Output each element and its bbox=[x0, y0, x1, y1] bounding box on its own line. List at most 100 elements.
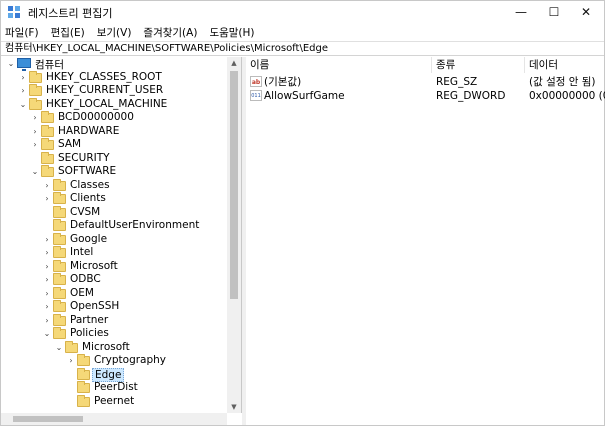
column-header-type[interactable]: 종류 bbox=[432, 57, 525, 73]
chevron-down-icon[interactable]: ⌄ bbox=[55, 343, 63, 352]
tree-label: Peernet bbox=[94, 394, 135, 407]
tree-item-cvsm[interactable]: CVSM bbox=[1, 205, 227, 220]
tree-item-clients[interactable]: › Clients bbox=[1, 192, 227, 206]
chevron-down-icon[interactable]: ⌄ bbox=[19, 100, 27, 109]
scroll-up-arrow-icon[interactable]: ▲ bbox=[227, 57, 241, 69]
minimize-button[interactable]: — bbox=[505, 1, 537, 23]
folder-icon bbox=[41, 151, 54, 164]
tree-item-computer[interactable]: ⌄ 컴퓨터 bbox=[1, 57, 227, 71]
tree-item-openssh[interactable]: › OpenSSH bbox=[1, 300, 227, 314]
menu-file[interactable]: 파일(F) bbox=[5, 25, 39, 40]
scrollbar-thumb[interactable] bbox=[230, 71, 238, 299]
folder-icon bbox=[53, 259, 66, 272]
column-header-name[interactable]: 이름 bbox=[246, 57, 432, 73]
tree-label: HKEY_LOCAL_MACHINE bbox=[46, 97, 168, 110]
folder-icon bbox=[53, 327, 66, 339]
column-header-data[interactable]: 데이터 bbox=[525, 57, 604, 73]
folder-icon bbox=[29, 97, 42, 110]
tree-label: SOFTWARE bbox=[58, 165, 117, 177]
chevron-right-icon[interactable]: › bbox=[43, 316, 51, 325]
tree-label: SAM bbox=[58, 138, 82, 150]
dword-value-icon: 011 bbox=[250, 90, 262, 101]
window-title: 레지스트리 편집기 bbox=[28, 7, 113, 20]
value-data: 0x00000000 (0) bbox=[529, 90, 605, 102]
close-button[interactable]: ✕ bbox=[570, 1, 602, 23]
menu-bar: 파일(F) 편집(E) 보기(V) 즐겨찾기(A) 도움말(H) bbox=[1, 23, 604, 41]
menu-view[interactable]: 보기(V) bbox=[97, 25, 132, 40]
menu-favorites[interactable]: 즐겨찾기(A) bbox=[143, 25, 197, 40]
tree-label: Intel bbox=[70, 246, 94, 258]
tree-label: HKEY_CURRENT_USER bbox=[46, 84, 164, 96]
chevron-right-icon[interactable]: › bbox=[19, 73, 27, 82]
tree-item-sam[interactable]: › SAM bbox=[1, 138, 227, 152]
tree-item-software[interactable]: ⌄ SOFTWARE bbox=[1, 165, 227, 179]
menu-help[interactable]: 도움말(H) bbox=[209, 25, 254, 40]
chevron-right-icon[interactable]: › bbox=[31, 141, 39, 149]
folder-icon bbox=[53, 205, 66, 218]
chevron-right-icon[interactable]: › bbox=[43, 262, 51, 271]
tree-item-security[interactable]: SECURITY bbox=[1, 151, 227, 166]
tree-item-classes[interactable]: › Classes bbox=[1, 178, 227, 193]
chevron-right-icon[interactable]: › bbox=[43, 249, 51, 257]
tree-item-peernet[interactable]: Peernet bbox=[1, 394, 227, 409]
tree-item-intel[interactable]: › Intel bbox=[1, 246, 227, 260]
chevron-right-icon[interactable]: › bbox=[43, 289, 51, 298]
tree-label: ODBC bbox=[70, 273, 101, 285]
folder-icon bbox=[53, 178, 66, 191]
tree-item-bcd[interactable]: › BCD00000000 bbox=[1, 111, 227, 125]
tree-item-edge[interactable]: Edge bbox=[1, 367, 227, 382]
tree-label: Microsoft bbox=[70, 259, 118, 272]
title-bar[interactable]: 레지스트리 편집기 — ☐ ✕ bbox=[1, 1, 604, 23]
chevron-down-icon[interactable]: ⌄ bbox=[43, 330, 51, 338]
tree-item-hardware[interactable]: › HARDWARE bbox=[1, 124, 227, 139]
computer-icon bbox=[17, 58, 31, 71]
chevron-right-icon[interactable]: › bbox=[67, 357, 75, 365]
tree-item-oem[interactable]: › OEM bbox=[1, 286, 227, 301]
chevron-right-icon[interactable]: › bbox=[43, 195, 51, 203]
tree-item-partner[interactable]: › Partner bbox=[1, 313, 227, 328]
menu-edit[interactable]: 편집(E) bbox=[51, 25, 85, 40]
chevron-right-icon[interactable]: › bbox=[43, 235, 51, 244]
chevron-right-icon[interactable]: › bbox=[43, 303, 51, 311]
tree-label: OEM bbox=[70, 286, 94, 299]
tree-item-defaultuserenvironment[interactable]: DefaultUserEnvironment bbox=[1, 219, 227, 233]
tree-vertical-scrollbar[interactable]: ▲ ▼ bbox=[227, 57, 241, 413]
tree-item-policies[interactable]: ⌄ Policies bbox=[1, 327, 227, 341]
tree-item-cryptography[interactable]: › Cryptography bbox=[1, 354, 227, 368]
chevron-right-icon[interactable]: › bbox=[19, 87, 27, 95]
chevron-right-icon[interactable]: › bbox=[43, 276, 51, 284]
chevron-right-icon[interactable]: › bbox=[31, 114, 39, 122]
chevron-right-icon[interactable]: › bbox=[31, 127, 39, 136]
tree-label: HKEY_CLASSES_ROOT bbox=[46, 70, 162, 83]
tree-label: Partner bbox=[70, 313, 109, 326]
tree-item-odbc[interactable]: › ODBC bbox=[1, 273, 227, 287]
tree-label: Cryptography bbox=[94, 354, 167, 366]
tree-item-peerdist[interactable]: PeerDist bbox=[1, 381, 227, 395]
tree-item-google[interactable]: › Google bbox=[1, 232, 227, 247]
address-bar[interactable]: 컴퓨터\HKEY_LOCAL_MACHINE\SOFTWARE\Policies… bbox=[1, 41, 604, 56]
tree-item-policies-microsoft[interactable]: ⌄ Microsoft bbox=[1, 340, 227, 355]
tree-item-hkcu[interactable]: › HKEY_CURRENT_USER bbox=[1, 84, 227, 98]
chevron-down-icon[interactable]: ⌄ bbox=[31, 168, 39, 176]
value-name: AllowSurfGame bbox=[264, 90, 345, 102]
list-item[interactable]: 011 AllowSurfGame REG_DWORD 0x00000000 (… bbox=[246, 89, 605, 103]
folder-icon bbox=[77, 354, 90, 366]
tree-label-selected: Edge bbox=[92, 367, 125, 382]
list-item[interactable]: ab (기본값) REG_SZ (값 설정 안 됨) bbox=[246, 75, 604, 89]
scroll-down-arrow-icon[interactable]: ▼ bbox=[227, 401, 241, 413]
folder-icon bbox=[29, 70, 42, 83]
maximize-button[interactable]: ☐ bbox=[538, 1, 570, 23]
tree-horizontal-scrollbar[interactable] bbox=[1, 413, 227, 425]
folder-icon bbox=[53, 273, 66, 285]
tree-label: BCD00000000 bbox=[58, 111, 134, 123]
folder-icon bbox=[29, 84, 42, 96]
tree-item-hklm[interactable]: ⌄ HKEY_LOCAL_MACHINE bbox=[1, 97, 227, 112]
tree-label: OpenSSH bbox=[70, 300, 120, 312]
chevron-right-icon[interactable]: › bbox=[43, 181, 51, 190]
scrollbar-thumb[interactable] bbox=[13, 416, 83, 422]
tree-label: CVSM bbox=[70, 205, 101, 218]
folder-icon bbox=[77, 381, 90, 393]
chevron-down-icon[interactable]: ⌄ bbox=[7, 60, 15, 68]
tree-item-hkcr[interactable]: › HKEY_CLASSES_ROOT bbox=[1, 70, 227, 85]
tree-item-microsoft[interactable]: › Microsoft bbox=[1, 259, 227, 274]
